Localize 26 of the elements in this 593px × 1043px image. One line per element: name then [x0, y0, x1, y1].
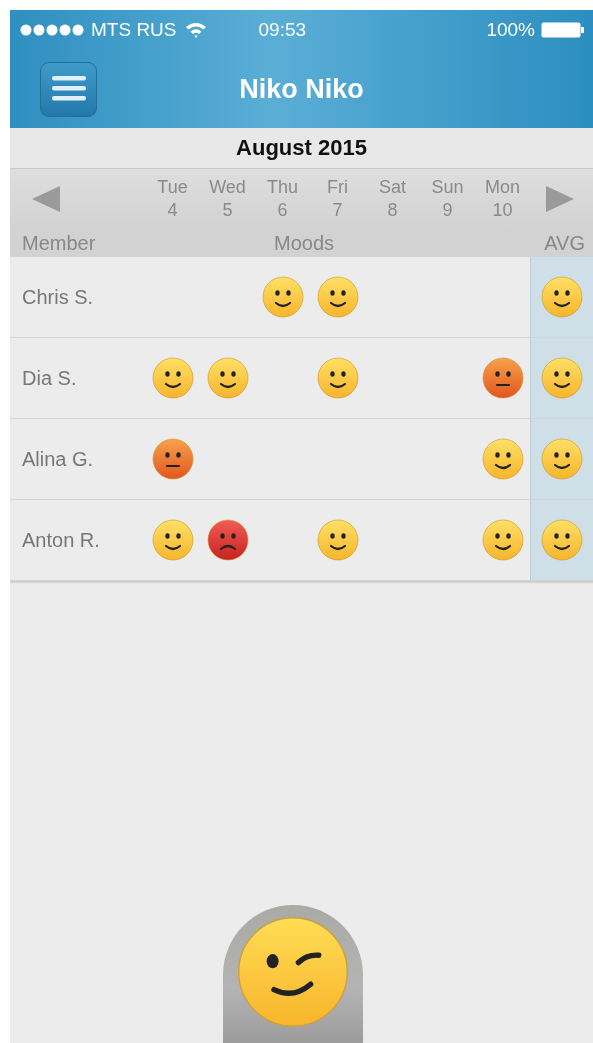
- member-column-header: Member: [22, 231, 96, 255]
- month-title: August 2015: [10, 128, 593, 169]
- moods-column-header: Moods: [274, 231, 335, 255]
- member-name: Alina G.: [21, 447, 95, 471]
- member-name: Anton R.: [21, 528, 101, 552]
- carrier-name: MTS RUS: [91, 19, 177, 41]
- member-name: Dia S.: [21, 366, 78, 390]
- clock-time: 09:53: [258, 19, 307, 41]
- day-header: Thu 6: [267, 176, 298, 222]
- member-name: Chris S.: [21, 285, 95, 309]
- app-title: Niko Niko: [238, 73, 365, 105]
- mood-button[interactable]: [223, 905, 363, 1043]
- day-header: Sun 9: [431, 176, 464, 222]
- battery-icon: [541, 22, 585, 38]
- day-header: Fri 7: [327, 176, 348, 222]
- battery-percent: 100%: [486, 19, 535, 41]
- day-header: Sat 8: [379, 176, 406, 222]
- menu-button[interactable]: [40, 61, 97, 117]
- menu-icon: [51, 76, 86, 102]
- winking-face-icon: [236, 915, 350, 1029]
- day-header: Mon 10: [485, 176, 520, 222]
- avg-column-header: AVG: [544, 231, 585, 255]
- wifi-icon: [184, 22, 207, 38]
- day-header: Tue 4: [157, 176, 188, 222]
- signal-dots-icon: [20, 24, 86, 36]
- day-header: Wed 5: [209, 176, 246, 222]
